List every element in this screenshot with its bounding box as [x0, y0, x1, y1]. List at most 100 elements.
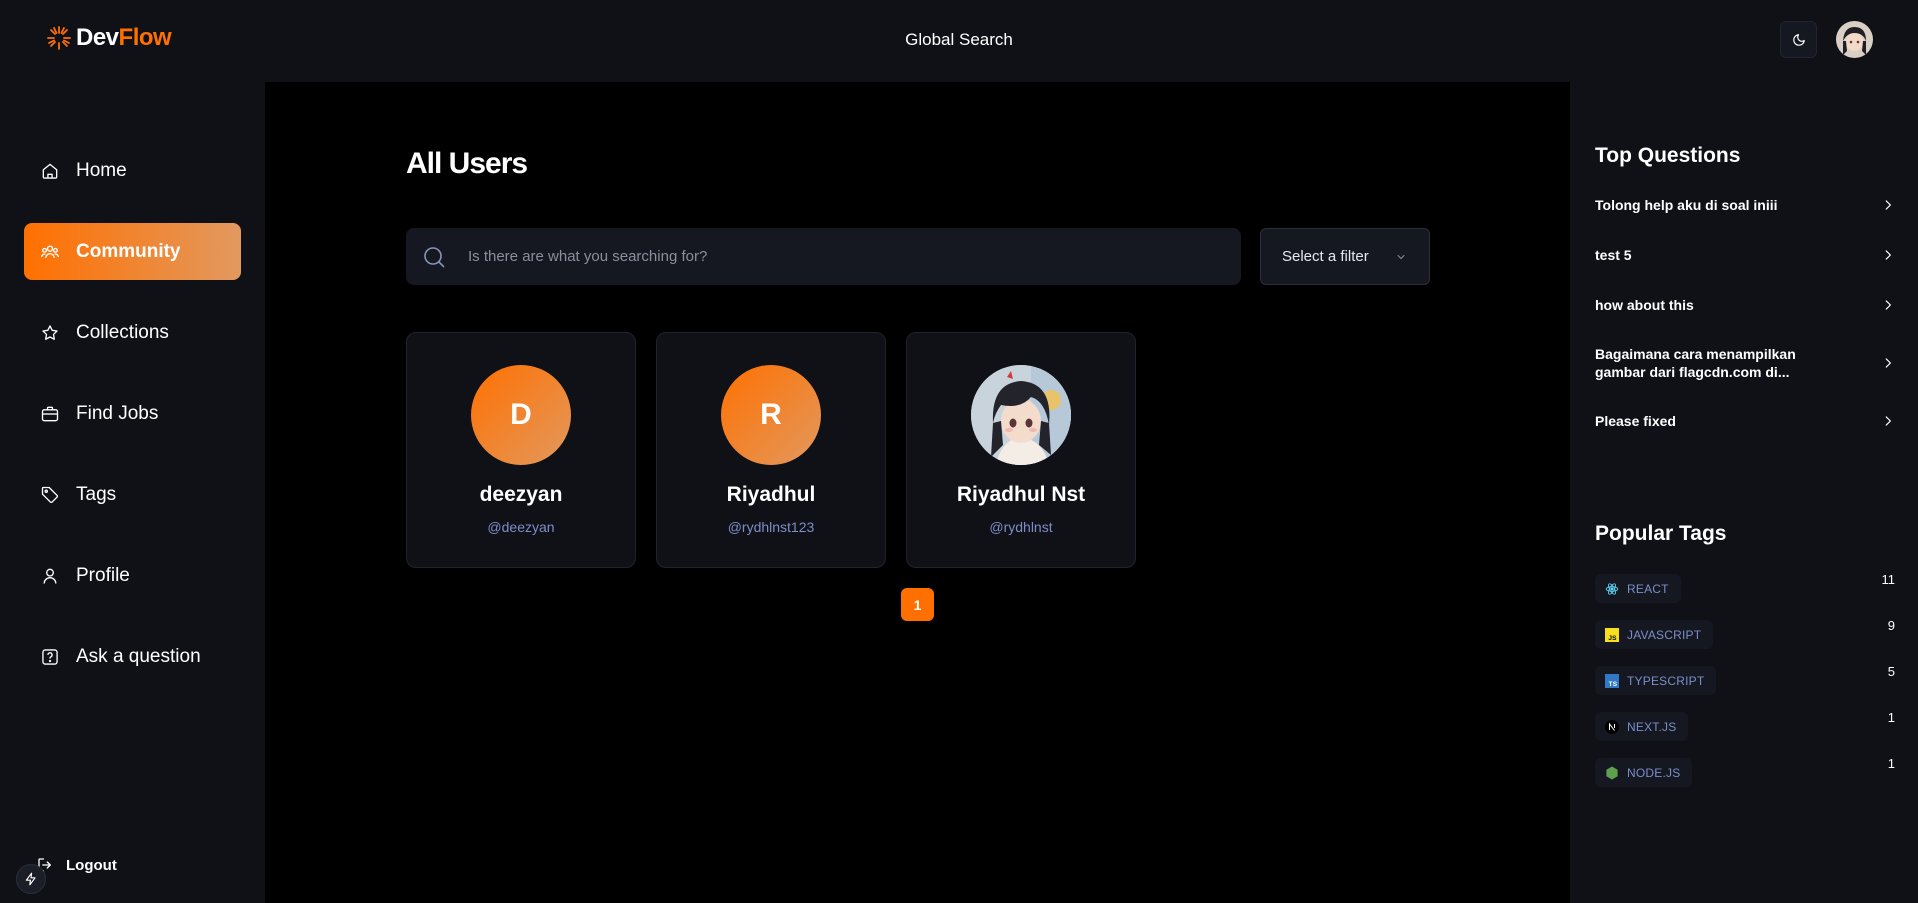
sidebar-item-community[interactable]: Community [24, 223, 241, 280]
top-questions-title: Top Questions [1595, 144, 1741, 167]
tag-pill-nodejs[interactable]: NODE.JS [1595, 758, 1693, 787]
user-avatar[interactable] [1836, 21, 1873, 58]
sidebar-item-label: Community [76, 240, 181, 262]
tag-name: JAVASCRIPT [1627, 627, 1702, 642]
tag-name: REACT [1627, 581, 1669, 596]
user-card[interactable]: Riyadhul Nst @rydhlnst [906, 332, 1136, 568]
right-sidebar: Top Questions Tolong help aku di soal in… [1570, 82, 1918, 903]
avatar-image [1836, 21, 1873, 58]
question-text: test 5 [1595, 247, 1632, 263]
question-text: Please fixed [1595, 413, 1676, 429]
tag-row: NEXT.JS 1 [1595, 710, 1895, 741]
tag-pill-react[interactable]: REACT [1595, 574, 1681, 603]
question-item[interactable]: Bagaimana cara menampilkan gambar dari f… [1595, 345, 1895, 381]
global-search-trigger[interactable]: Global Search [905, 30, 1013, 49]
chevron-down-icon [1397, 254, 1405, 259]
moon-icon [1792, 33, 1805, 46]
question-text: how about this [1595, 297, 1694, 313]
user-avatar-initial: R [721, 365, 821, 465]
tag-pill-typescript[interactable]: TS TYPESCRIPT [1595, 666, 1717, 695]
user-name: Riyadhul [726, 483, 816, 506]
user-icon [43, 568, 57, 584]
theme-toggle-button[interactable] [1780, 21, 1817, 58]
sidebar-item-find-jobs[interactable]: Find Jobs [24, 385, 241, 442]
home-icon [42, 163, 58, 179]
sidebar-item-label: Collections [76, 321, 169, 343]
user-card[interactable]: D deezyan @deezyan [406, 332, 636, 568]
briefcase-icon [41, 406, 59, 421]
filter-select[interactable]: Select a filter [1260, 228, 1430, 285]
sidebar-item-label: Find Jobs [76, 402, 159, 424]
nodejs-icon [1605, 766, 1619, 780]
filter-select-value: Select a filter [1282, 248, 1369, 265]
search-bar[interactable] [406, 228, 1241, 285]
user-handle: @rydhlnst123 [727, 519, 815, 535]
user-handle: @deezyan [487, 519, 555, 535]
logout-label: Logout [66, 856, 117, 874]
devflow-logo[interactable]: DevFlow [46, 24, 172, 52]
question-icon [42, 648, 58, 665]
tag-count: 1 [1887, 756, 1895, 771]
sidebar-item-label: Ask a question [76, 645, 201, 667]
tag-row: TS TYPESCRIPT 5 [1595, 664, 1895, 695]
avatar-image [971, 365, 1071, 465]
react-icon [1605, 582, 1619, 596]
question-item[interactable]: Please fixed [1595, 412, 1895, 430]
sidebar-item-profile[interactable]: Profile [24, 547, 241, 604]
tag-pill-nextjs[interactable]: NEXT.JS [1595, 712, 1689, 741]
logo-text: DevFlow [76, 24, 172, 51]
question-item[interactable]: test 5 [1595, 246, 1895, 264]
svg-text:JS: JS [1608, 635, 1617, 642]
page-title: All Users [406, 147, 528, 180]
chevron-right-icon [1885, 300, 1892, 310]
logout-button[interactable]: Logout [36, 856, 117, 874]
sidebar-item-tags[interactable]: Tags [24, 466, 241, 523]
sidebar-item-label: Profile [76, 564, 130, 586]
dev-tools-button[interactable] [16, 864, 46, 894]
lightning-icon [25, 872, 36, 886]
top-navbar: DevFlow Global Search [0, 0, 1918, 82]
tag-row: JS JAVASCRIPT 9 [1595, 618, 1895, 649]
question-text: Tolong help aku di soal iniii [1595, 197, 1778, 213]
users-icon [41, 245, 59, 258]
tag-name: NODE.JS [1627, 765, 1681, 780]
user-avatar-photo [971, 365, 1071, 465]
user-name: Riyadhul Nst [956, 483, 1086, 506]
logo-mark-icon [47, 26, 71, 50]
tag-row: NODE.JS 1 [1595, 756, 1895, 787]
tag-icon [41, 486, 59, 503]
typescript-icon: TS [1605, 673, 1619, 688]
main-content: All Users Select a filter D deezyan @dee… [265, 82, 1570, 903]
chevron-right-icon [1885, 416, 1892, 426]
search-icon [424, 246, 445, 267]
global-search-label: Global Search [0, 30, 1918, 50]
tag-row: REACT 11 [1595, 572, 1896, 603]
javascript-icon: JS [1605, 627, 1619, 642]
star-icon [42, 324, 58, 340]
tag-count: 9 [1887, 618, 1895, 633]
tag-count: 1 [1887, 710, 1895, 725]
tag-pill-javascript[interactable]: JS JAVASCRIPT [1595, 620, 1714, 649]
sidebar-item-collections[interactable]: Collections [24, 304, 241, 361]
chevron-right-icon [1885, 200, 1892, 210]
tag-name: NEXT.JS [1627, 719, 1677, 734]
left-sidebar: Home Community Collections Find Jobs Tag… [0, 82, 265, 903]
sidebar-item-ask-question[interactable]: Ask a question [24, 628, 241, 685]
chevron-right-icon [1885, 250, 1892, 260]
pagination-page-button[interactable]: 1 [901, 588, 934, 621]
sidebar-item-home[interactable]: Home [24, 142, 241, 199]
user-card[interactable]: R Riyadhul @rydhlnst123 [656, 332, 886, 568]
svg-text:TS: TS [1609, 681, 1618, 688]
popular-tags-title: Popular Tags [1595, 522, 1727, 545]
sidebar-item-label: Tags [76, 483, 117, 505]
user-avatar-initial: D [471, 365, 571, 465]
question-item[interactable]: Tolong help aku di soal iniii [1595, 196, 1895, 214]
tag-count: 11 [1881, 572, 1896, 587]
search-input[interactable] [468, 248, 1228, 265]
question-item[interactable]: how about this [1595, 296, 1895, 314]
tag-name: TYPESCRIPT [1627, 673, 1705, 688]
sidebar-item-label: Home [76, 159, 127, 181]
user-name: deezyan [479, 483, 563, 506]
nextjs-icon [1605, 719, 1619, 734]
user-handle: @rydhlnst [989, 519, 1053, 535]
